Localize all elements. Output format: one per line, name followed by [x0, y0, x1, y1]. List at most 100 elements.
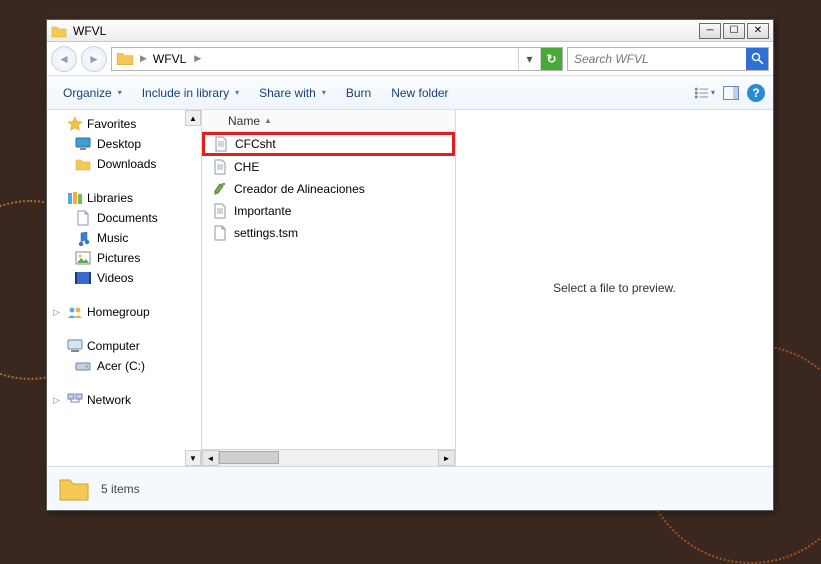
downloads-icon	[75, 156, 91, 172]
navigation-pane[interactable]: ▲ Favorites Desktop Downloads	[47, 110, 202, 466]
minimize-button[interactable]: ─	[699, 23, 721, 39]
file-item[interactable]: Importante	[202, 200, 455, 222]
horizontal-scrollbar[interactable]: ◄ ►	[202, 449, 455, 466]
burn-button[interactable]: Burn	[338, 82, 379, 104]
file-name: Importante	[234, 204, 291, 218]
sidebar-item-label: Videos	[97, 271, 133, 285]
folder-icon	[116, 50, 134, 68]
search-button[interactable]	[746, 48, 768, 70]
forward-button[interactable]: ►	[81, 46, 107, 72]
network-label: Network	[87, 393, 131, 407]
folder-icon	[51, 24, 67, 38]
column-header-name[interactable]: Name ▲	[202, 110, 455, 132]
refresh-button[interactable]: ↻	[540, 48, 562, 70]
scroll-track[interactable]	[219, 450, 438, 466]
sidebar-item-videos[interactable]: Videos	[47, 268, 201, 288]
network-group[interactable]: ▷ Network	[47, 390, 201, 410]
organize-button[interactable]: Organize	[55, 82, 130, 104]
sidebar-item-documents[interactable]: Documents	[47, 208, 201, 228]
computer-icon	[67, 338, 83, 354]
videos-icon	[75, 270, 91, 286]
sidebar-item-music[interactable]: Music	[47, 228, 201, 248]
star-icon	[67, 116, 83, 132]
address-dropdown[interactable]: ▾	[518, 48, 540, 70]
text-file-icon	[212, 159, 228, 175]
toolbar: Organize Include in library Share with B…	[47, 76, 773, 110]
expand-icon: ▷	[53, 395, 63, 406]
address-bar[interactable]: ▶ WFVL ▶ ▾ ↻	[111, 47, 563, 71]
favorites-group[interactable]: Favorites	[47, 114, 201, 134]
file-item[interactable]: Creador de Alineaciones	[202, 178, 455, 200]
search-input[interactable]	[568, 52, 746, 66]
favorites-label: Favorites	[87, 117, 136, 131]
search-box[interactable]	[567, 47, 769, 71]
preview-pane-button[interactable]	[721, 83, 741, 103]
back-button[interactable]: ◄	[51, 46, 77, 72]
scroll-left-button[interactable]: ◄	[202, 450, 219, 466]
homegroup-label: Homegroup	[87, 305, 150, 319]
desktop-icon	[75, 136, 91, 152]
libraries-group[interactable]: Libraries	[47, 188, 201, 208]
file-list[interactable]: CFCsht CHE Creador de Alineaciones Impor…	[202, 132, 455, 449]
new-folder-button[interactable]: New folder	[383, 82, 456, 104]
computer-label: Computer	[87, 339, 140, 353]
sidebar-item-label: Pictures	[97, 251, 140, 265]
expand-icon: ▷	[53, 307, 63, 318]
close-button[interactable]: ✕	[747, 23, 769, 39]
maximize-button[interactable]: ☐	[723, 23, 745, 39]
explorer-window: WFVL ─ ☐ ✕ ◄ ► ▶ WFVL ▶ ▾ ↻	[46, 19, 774, 511]
sidebar-item-desktop[interactable]: Desktop	[47, 134, 201, 154]
body-area: ▲ Favorites Desktop Downloads	[47, 110, 773, 466]
file-item[interactable]: CFCsht	[202, 132, 455, 156]
view-button[interactable]	[695, 83, 715, 103]
chevron-right-icon[interactable]: ▶	[138, 53, 149, 64]
app-icon	[212, 181, 228, 197]
computer-group[interactable]: Computer	[47, 336, 201, 356]
share-with-button[interactable]: Share with	[251, 82, 334, 104]
documents-icon	[75, 210, 91, 226]
sort-asc-icon: ▲	[264, 116, 272, 125]
include-library-button[interactable]: Include in library	[134, 82, 247, 104]
help-button[interactable]: ?	[747, 84, 765, 102]
navbar: ◄ ► ▶ WFVL ▶ ▾ ↻	[47, 42, 773, 76]
file-name: CFCsht	[235, 137, 276, 151]
sidebar-item-label: Acer (C:)	[97, 359, 145, 373]
sidebar-item-downloads[interactable]: Downloads	[47, 154, 201, 174]
chevron-right-icon[interactable]: ▶	[192, 53, 203, 64]
breadcrumb-item[interactable]: WFVL	[149, 52, 192, 66]
libraries-label: Libraries	[87, 191, 133, 205]
titlebar[interactable]: WFVL ─ ☐ ✕	[47, 20, 773, 42]
homegroup-icon	[67, 304, 83, 320]
folder-icon	[57, 474, 91, 504]
libraries-icon	[67, 190, 83, 206]
window-title: WFVL	[73, 24, 699, 38]
sidebar-item-label: Downloads	[97, 157, 156, 171]
homegroup-group[interactable]: ▷ Homegroup	[47, 302, 201, 322]
sidebar-item-label: Desktop	[97, 137, 141, 151]
sidebar-item-pictures[interactable]: Pictures	[47, 248, 201, 268]
text-file-icon	[213, 136, 229, 152]
file-name: Creador de Alineaciones	[234, 182, 365, 196]
file-name: CHE	[234, 160, 259, 174]
file-icon	[212, 225, 228, 241]
file-list-pane: Name ▲ CFCsht CHE Creador de Alineacione…	[202, 110, 456, 466]
status-bar: 5 items	[47, 466, 773, 510]
sidebar-item-label: Documents	[97, 211, 158, 225]
drive-icon	[75, 358, 91, 374]
column-label: Name	[228, 114, 260, 128]
scroll-down-button[interactable]: ▼	[185, 450, 201, 466]
file-item[interactable]: CHE	[202, 156, 455, 178]
status-item-count: 5 items	[101, 482, 140, 496]
network-icon	[67, 392, 83, 408]
sidebar-item-label: Music	[97, 231, 128, 245]
music-icon	[75, 230, 91, 246]
preview-pane: Select a file to preview.	[456, 110, 773, 466]
file-item[interactable]: settings.tsm	[202, 222, 455, 244]
sidebar-item-drive-c[interactable]: Acer (C:)	[47, 356, 201, 376]
scroll-right-button[interactable]: ►	[438, 450, 455, 466]
pictures-icon	[75, 250, 91, 266]
scroll-thumb[interactable]	[219, 451, 279, 464]
file-name: settings.tsm	[234, 226, 298, 240]
scroll-up-button[interactable]: ▲	[185, 110, 201, 126]
preview-empty-text: Select a file to preview.	[553, 281, 676, 295]
